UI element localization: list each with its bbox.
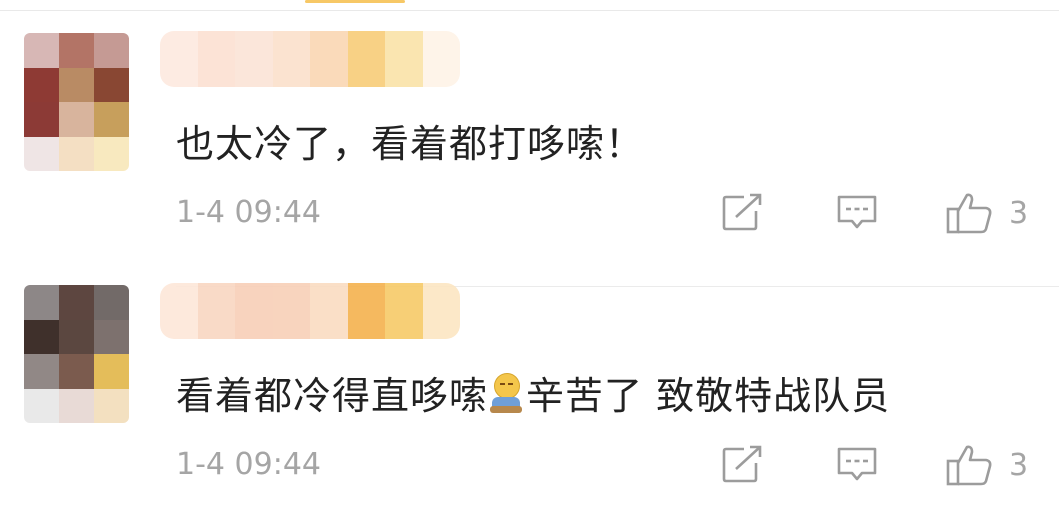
mosaic-block xyxy=(94,67,129,102)
thumbs-up-icon xyxy=(946,445,992,486)
mosaic-block xyxy=(24,33,59,68)
mosaic-block xyxy=(347,31,385,87)
mosaic-block xyxy=(59,33,94,68)
mosaic-block xyxy=(272,31,310,87)
comment-text-part: 辛苦了 致敬特战队员 xyxy=(526,374,891,418)
mosaic-block xyxy=(160,31,198,87)
avatar[interactable] xyxy=(24,285,129,423)
mosaic-block xyxy=(385,283,423,339)
mosaic-block xyxy=(422,283,460,339)
mosaic-block xyxy=(59,354,94,389)
comment-item: 看着都冷得直哆嗦 辛苦了 致敬特战队员 1-4 09:44 3 xyxy=(0,277,1059,527)
comment-icon xyxy=(837,195,877,229)
mosaic-block xyxy=(94,136,129,171)
mosaic-block xyxy=(24,319,59,354)
mosaic-block xyxy=(59,319,94,354)
top-divider xyxy=(0,10,1059,11)
comment-icon xyxy=(837,447,877,481)
mosaic-block xyxy=(59,285,94,320)
comment-item: 也太冷了，看着都打哆嗦！ 1-4 09:44 3 xyxy=(0,25,1059,287)
comment-text: 看着都冷得直哆嗦 辛苦了 致敬特战队员 xyxy=(176,365,890,420)
mosaic-block xyxy=(347,283,385,339)
mosaic-block xyxy=(59,136,94,171)
reply-button[interactable] xyxy=(835,191,879,235)
mosaic-block xyxy=(160,283,198,339)
mosaic-block xyxy=(94,33,129,68)
share-button[interactable] xyxy=(720,443,766,487)
mosaic-block xyxy=(197,31,235,87)
like-button[interactable]: 3 xyxy=(945,443,1028,487)
mosaic-block xyxy=(94,285,129,320)
share-button[interactable] xyxy=(720,191,766,235)
comment-timestamp: 1-4 09:44 xyxy=(176,195,321,230)
like-count: 3 xyxy=(1009,447,1029,483)
username-blurred[interactable] xyxy=(160,31,460,87)
mosaic-block xyxy=(310,283,348,339)
mosaic-block xyxy=(24,285,59,320)
mosaic-block xyxy=(24,102,59,137)
share-icon xyxy=(722,445,762,483)
like-count: 3 xyxy=(1009,195,1029,231)
mosaic-block xyxy=(235,283,273,339)
mosaic-block xyxy=(24,354,59,389)
comment-text: 也太冷了，看着都打哆嗦！ xyxy=(176,122,645,166)
thumbs-up-icon xyxy=(946,193,992,234)
mosaic-block xyxy=(24,388,59,423)
mosaic-block xyxy=(385,31,423,87)
like-button[interactable]: 3 xyxy=(945,191,1028,235)
comment-timestamp: 1-4 09:44 xyxy=(176,447,321,482)
mosaic-block xyxy=(94,388,129,423)
avatar[interactable] xyxy=(24,33,129,171)
mosaic-block xyxy=(197,283,235,339)
mosaic-block xyxy=(235,31,273,87)
mosaic-block xyxy=(59,102,94,137)
username-blurred[interactable] xyxy=(160,283,460,339)
mosaic-block xyxy=(59,388,94,423)
mosaic-block xyxy=(94,102,129,137)
mosaic-block xyxy=(59,67,94,102)
top-tab-indicator xyxy=(305,0,405,3)
comment-text-part: 看着都冷得直哆嗦 xyxy=(176,374,489,418)
reply-button[interactable] xyxy=(835,443,879,487)
mosaic-block xyxy=(310,31,348,87)
mosaic-block xyxy=(94,319,129,354)
mosaic-block xyxy=(422,31,460,87)
mosaic-block xyxy=(272,283,310,339)
mosaic-block xyxy=(94,354,129,389)
emoji-icon xyxy=(490,373,524,413)
mosaic-block xyxy=(24,67,59,102)
share-icon xyxy=(722,193,762,231)
mosaic-block xyxy=(24,136,59,171)
